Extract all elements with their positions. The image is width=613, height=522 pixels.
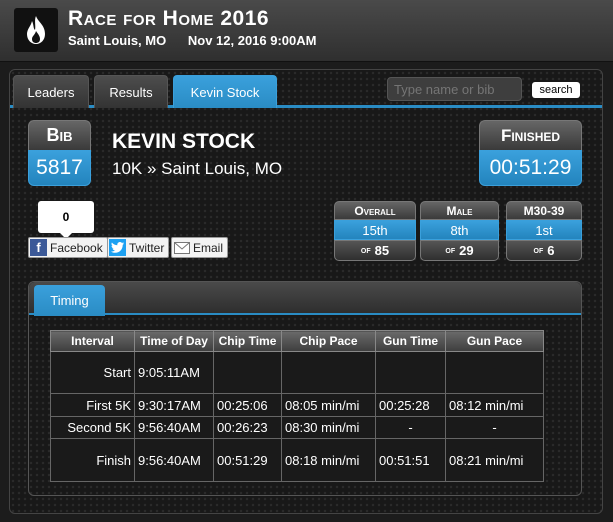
interval-cell: First 5K xyxy=(50,393,135,417)
chip-time-cell: 00:51:29 xyxy=(213,438,282,482)
search-input[interactable] xyxy=(387,77,522,101)
overall-rank-total: of 85 xyxy=(334,240,416,261)
col-chip-time: Chip Time xyxy=(213,330,282,352)
overall-rank-place: 15th xyxy=(334,220,416,240)
chip-pace-cell: 08:30 min/mi xyxy=(281,416,376,439)
interval-cell: Start xyxy=(50,351,135,394)
gun-pace-cell: - xyxy=(445,416,544,439)
overall-rank-badge: Overall 15th of 85 xyxy=(334,201,416,261)
timing-section: Timing Interval Time of Day Chip Time Ch… xyxy=(28,281,582,496)
tab-results[interactable]: Results xyxy=(94,75,168,108)
bib-badge: Bib 5817 xyxy=(28,120,91,186)
division-rank-label: M30-39 xyxy=(506,201,582,220)
table-row: Second 5K 9:56:40AM 00:26:23 08:30 min/m… xyxy=(50,416,544,439)
tab-kevin-stock[interactable]: Kevin Stock xyxy=(173,75,277,108)
finished-label: Finished xyxy=(479,120,582,150)
interval-cell: Finish xyxy=(50,438,135,482)
chip-pace-cell: 08:18 min/mi xyxy=(281,438,376,482)
race-datetime: Nov 12, 2016 9:00AM xyxy=(187,33,317,48)
table-row: Start 9:05:11AM xyxy=(50,351,544,394)
race-subtitle: Saint Louis, MO Nov 12, 2016 9:00AM xyxy=(68,33,334,48)
twitter-label: Twitter xyxy=(129,240,165,255)
gender-rank-badge: Male 8th of 29 xyxy=(420,201,499,261)
splits-header-row: Interval Time of Day Chip Time Chip Pace… xyxy=(50,330,544,352)
tab-leaders[interactable]: Leaders xyxy=(13,75,89,108)
runner-name: KEVIN STOCK xyxy=(112,130,256,153)
search-button[interactable]: search xyxy=(532,82,580,98)
table-row: First 5K 9:30:17AM 00:25:06 08:05 min/mi… xyxy=(50,393,544,417)
col-gun-pace: Gun Pace xyxy=(445,330,544,352)
flame-icon xyxy=(27,16,45,44)
timing-tab-bar: Timing xyxy=(29,282,581,316)
col-chip-pace: Chip Pace xyxy=(281,330,376,352)
time-of-day-cell: 9:05:11AM xyxy=(134,351,214,394)
twitter-share-button[interactable]: Twitter xyxy=(107,237,170,258)
gun-time-cell: - xyxy=(375,416,446,439)
race-header: Race for Home 2016 Saint Louis, MO Nov 1… xyxy=(0,0,613,62)
facebook-share-button[interactable]: f Facebook xyxy=(28,237,108,258)
chip-pace-cell: 08:05 min/mi xyxy=(281,393,376,417)
division-rank-total: of 6 xyxy=(506,240,582,261)
email-label: Email xyxy=(193,240,224,255)
gun-time-cell: 00:25:28 xyxy=(375,393,446,417)
twitter-icon xyxy=(109,239,126,256)
tab-bar: Leaders Results Kevin Stock search xyxy=(10,70,602,108)
overall-rank-label: Overall xyxy=(334,201,416,220)
table-row: Finish 9:56:40AM 00:51:29 08:18 min/mi 0… xyxy=(50,438,544,482)
race-logo[interactable] xyxy=(14,8,58,52)
division-rank-badge: M30-39 1st of 6 xyxy=(506,201,582,261)
gun-pace-cell: 08:12 min/mi xyxy=(445,393,544,417)
bib-label: Bib xyxy=(28,120,91,150)
chip-time-cell: 00:26:23 xyxy=(213,416,282,439)
facebook-icon: f xyxy=(30,239,47,256)
col-gun-time: Gun Time xyxy=(375,330,446,352)
finished-time: 00:51:29 xyxy=(479,150,582,186)
bib-number: 5817 xyxy=(28,150,91,186)
time-of-day-cell: 9:56:40AM xyxy=(134,438,214,482)
splits-table: Interval Time of Day Chip Time Chip Pace… xyxy=(50,330,544,482)
race-location: Saint Louis, MO xyxy=(68,33,167,48)
gun-pace-cell xyxy=(445,351,544,394)
finished-badge: Finished 00:51:29 xyxy=(479,120,582,186)
envelope-icon xyxy=(173,239,190,256)
col-interval: Interval xyxy=(50,330,135,352)
time-of-day-cell: 9:30:17AM xyxy=(134,393,214,417)
facebook-label: Facebook xyxy=(50,240,103,255)
gun-time-cell: 00:51:51 xyxy=(375,438,446,482)
runner-event: 10K » Saint Louis, MO xyxy=(112,159,283,178)
gender-rank-label: Male xyxy=(420,201,499,220)
chip-pace-cell xyxy=(281,351,376,394)
race-title: Race for Home 2016 xyxy=(68,7,270,30)
interval-cell: Second 5K xyxy=(50,416,135,439)
chip-time-cell xyxy=(213,351,282,394)
like-count-bubble: 0 xyxy=(38,201,94,239)
gender-rank-total: of 29 xyxy=(420,240,499,261)
gender-rank-place: 8th xyxy=(420,220,499,240)
division-rank-place: 1st xyxy=(506,220,582,240)
gun-time-cell xyxy=(375,351,446,394)
time-of-day-cell: 9:56:40AM xyxy=(134,416,214,439)
email-share-button[interactable]: Email xyxy=(171,237,229,258)
tab-timing[interactable]: Timing xyxy=(34,285,105,316)
chip-time-cell: 00:25:06 xyxy=(213,393,282,417)
gun-pace-cell: 08:21 min/mi xyxy=(445,438,544,482)
col-time-of-day: Time of Day xyxy=(134,330,214,352)
results-panel: Leaders Results Kevin Stock search Bib 5… xyxy=(9,69,603,514)
